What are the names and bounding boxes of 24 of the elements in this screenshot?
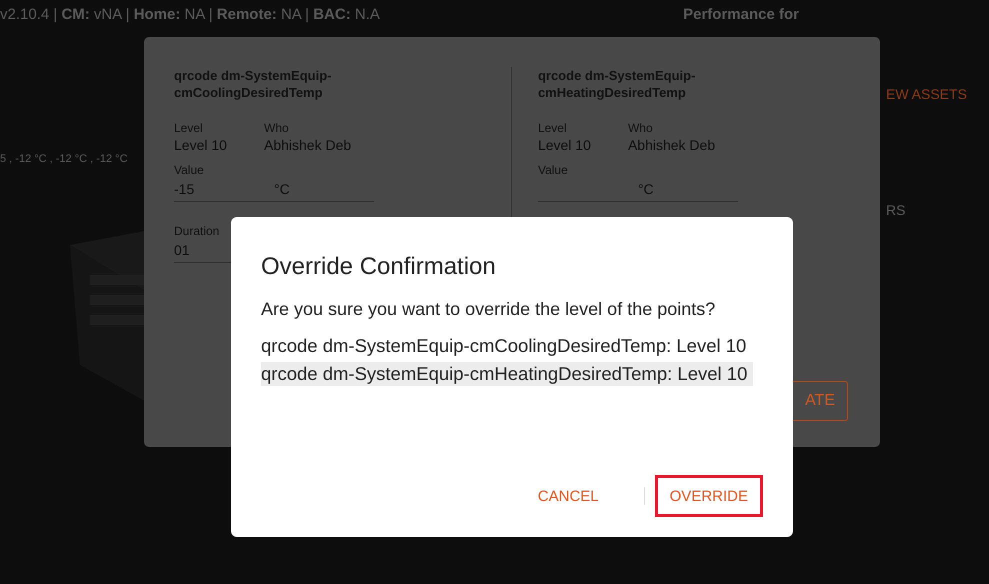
- performance-label: Performance for: [683, 6, 799, 23]
- point-level-item: qrcode dm-SystemEquip-cmHeatingDesiredTemp: Level 10: [261, 362, 753, 386]
- temperature-readings: 5 , -12 °C , -12 °C , -12 °C: [0, 153, 129, 165]
- dialog-message: Are you sure you want to override the level of the points?: [261, 299, 716, 320]
- who-label: Who: [264, 121, 290, 135]
- point-title: qrcode dm-SystemEquip-cmHeatingDesiredTemp: [538, 67, 696, 101]
- value-label: Value: [538, 163, 569, 177]
- value-field[interactable]: -15 °C: [174, 177, 374, 202]
- override-button[interactable]: OVERRIDE: [654, 475, 763, 517]
- view-assets-link[interactable]: EW ASSETS: [886, 86, 989, 102]
- section-label: RS: [886, 202, 906, 218]
- dialog-title: Override Confirmation: [261, 253, 497, 281]
- duration-label: Duration: [174, 224, 220, 238]
- level-value: Level 10: [538, 137, 592, 153]
- value-field[interactable]: °C: [538, 177, 738, 202]
- level-label: Level: [538, 121, 568, 135]
- version-status-text: v2.10.4 | CM: vNA | Home: NA | Remote: NA | BAC: N.A: [0, 6, 380, 23]
- point-title: qrcode dm-SystemEquip-cmCoolingDesiredTemp: [174, 67, 332, 101]
- who-value: Abhishek Deb: [264, 137, 352, 153]
- who-value: Abhishek Deb: [628, 137, 716, 153]
- who-label: Who: [628, 121, 654, 135]
- level-label: Level: [174, 121, 204, 135]
- level-value: Level 10: [174, 137, 228, 153]
- value-label: Value: [174, 163, 205, 177]
